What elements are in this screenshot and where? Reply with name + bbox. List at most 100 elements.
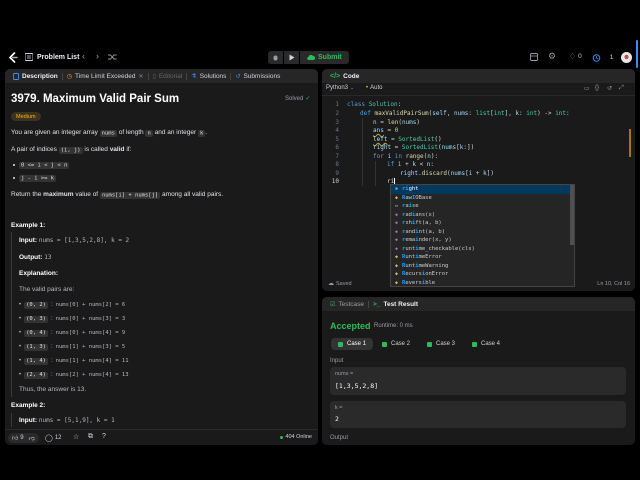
code-line: def maxValidPairSum(self, nums: list[int… [360,110,570,117]
completion-text: evers [405,279,422,286]
tab-code[interactable]: </> Code [326,69,363,83]
autocomplete-item[interactable]: ◆ Runt i meError [391,253,574,262]
overview-ruler [629,129,631,157]
close-icon[interactable]: ✕ [138,73,143,80]
like-button[interactable]: 👍︎ 9 👎︎ [8,433,39,443]
tab-editorial[interactable]: ▯ Editorial [149,69,187,83]
tab-solutions[interactable]: ⚗ Solutions [187,69,230,83]
tab-case-3[interactable]: Case 3 [420,338,462,350]
code-chip: nums[1] + nums[3] = 5 [55,344,126,350]
help-icon[interactable]: ? [102,433,106,440]
text-fragment: : [50,358,53,364]
tab-time-limit-exceeded[interactable]: ◷ Time Limit Exceeded ✕ [63,69,148,83]
flask-icon: ⚗ [191,73,197,80]
share-icon[interactable]: ⧉ [88,433,93,441]
layout-icon[interactable] [530,53,538,61]
star-icon[interactable]: ☆ [73,433,79,441]
history-icon: ↺ [235,73,241,80]
difficulty-badge[interactable]: Medium [11,112,41,121]
avatar[interactable]: ☻ [621,52,632,63]
right-scrollbar-accent[interactable] [636,40,638,68]
problem-list-label: Problem List [37,53,80,61]
tab-testcase-label: Testcase [338,300,365,308]
bug-icon [273,55,278,61]
completion-text: ema [405,237,416,244]
class-icon: ◆ [394,271,398,278]
completion-text: unt [405,245,416,252]
autocomplete-item[interactable]: ◈ r ad i ans(x) [391,211,574,220]
chevron-down-icon: ⌄ [350,85,355,91]
fire-icon: ♢ [569,52,577,61]
tab-submissions[interactable]: ↺ Submissions [231,69,284,83]
text-fragment: of length [118,129,144,136]
autocomplete-item[interactable]: ◆ Revers i ble [391,279,574,287]
run-button[interactable] [284,51,299,64]
language-select[interactable]: Python3 ⌄ [326,85,354,91]
text-fragment: : [50,344,53,350]
function-icon: ◈ [394,211,398,218]
autocomplete-item[interactable]: ◆ Raw I OBase [391,194,574,203]
comment-icon: ◯ [45,435,53,442]
autocomplete-item[interactable]: ▪ ri ght [391,185,574,194]
code-chip: n [145,129,153,137]
tab-testcase[interactable]: ☑ Testcase [326,297,368,311]
check-icon [338,341,343,347]
leetcode-logo-icon[interactable] [8,52,18,63]
autocomplete-item[interactable]: ◈ r unt i me_checkable(cls) [391,245,574,254]
settings-icon[interactable]: ⚙ [548,51,556,62]
thumbs-down-icon[interactable]: 👎︎ [29,434,35,442]
play-icon [289,54,294,61]
tab-description[interactable]: Description [9,69,62,83]
auto-label: Auto [370,85,383,91]
code-chip: (1, 3) [24,343,48,351]
autocomplete-scrollbar[interactable] [570,185,574,245]
list-item: • (0, 4) : nums[0] + nums[4] = 9 [19,326,129,340]
submit-button[interactable]: Submit [300,51,349,64]
autocomplete-item[interactable]: ◆ Runt i meWarning [391,262,574,271]
horizontal-resize-handle[interactable] [322,291,635,297]
code-chip: nums[2] + nums[4] = 13 [55,372,129,378]
example-2-title: Example 2: [11,402,46,409]
tab-case-2[interactable]: Case 2 [375,338,417,350]
expand-icon[interactable]: ⤢ [619,85,624,92]
reset-icon[interactable]: ↺ [607,85,612,92]
text-fragment: Return the [11,191,42,198]
autocomplete-popup: ▪ ri ght ◆ Raw I OBase ▭ r a i se ◈ r ad i ans(x) ◈ r s… [390,184,575,287]
code-line: ans = 0 [373,127,399,134]
comments-button[interactable]: ◯ 12 [45,433,62,443]
braces-icon[interactable]: {} [595,85,599,91]
shuffle-icon[interactable] [108,53,117,61]
example-1-explanation-label: Explanation: [19,270,59,277]
next-problem-icon[interactable]: › [96,51,99,61]
test-tabbar: ☑ Testcase >_ Test Result [322,297,635,311]
autocomplete-item[interactable]: ▭ r a i se [391,202,574,211]
code-line: if i + k < n: [387,161,435,168]
code-line: right = SortedList(nums[k:]) [373,144,475,151]
streak-counter[interactable]: ♢ 0 [569,52,582,61]
bookmark-icon[interactable]: ▭ [584,85,590,92]
class-icon: ◆ [394,194,398,201]
line-number: 9 [335,170,339,177]
timer-button[interactable] [590,51,603,64]
tab-case-4[interactable]: Case 4 [465,338,507,350]
match-text: ri [402,186,409,193]
tab-test-result[interactable]: >_ Test Result [369,297,422,311]
result-status: Accepted [330,321,371,331]
debug-button[interactable] [268,51,283,64]
notification-badge[interactable]: 1 [607,52,616,63]
check-icon [382,341,387,347]
statement-para3: Return the maximum value of nums[i] + nu… [11,191,223,199]
autocomplete-item[interactable]: ◈ r and i nt(a, b) [391,228,574,237]
tab-case-1[interactable]: Case 1 [331,338,374,350]
autocomplete-item[interactable]: ◈ r sh i ft(a, b) [391,219,574,228]
vertical-resize-handle[interactable] [318,69,322,445]
prev-problem-icon[interactable]: ‹ [82,51,85,61]
language-value: Python3 [326,85,349,91]
autocomplete-item[interactable]: ◈ r ema i nder(x, y) [391,236,574,245]
completion-text: me_checkable(cls) [418,245,475,252]
class-icon: ◆ [394,262,398,269]
autocomplete-item[interactable]: ◆ Recurs i onError [391,270,574,279]
tab-code-label: Code [343,72,360,80]
problem-list-button[interactable]: Problem List [25,53,79,61]
auto-toggle[interactable]: • Auto [366,85,382,91]
